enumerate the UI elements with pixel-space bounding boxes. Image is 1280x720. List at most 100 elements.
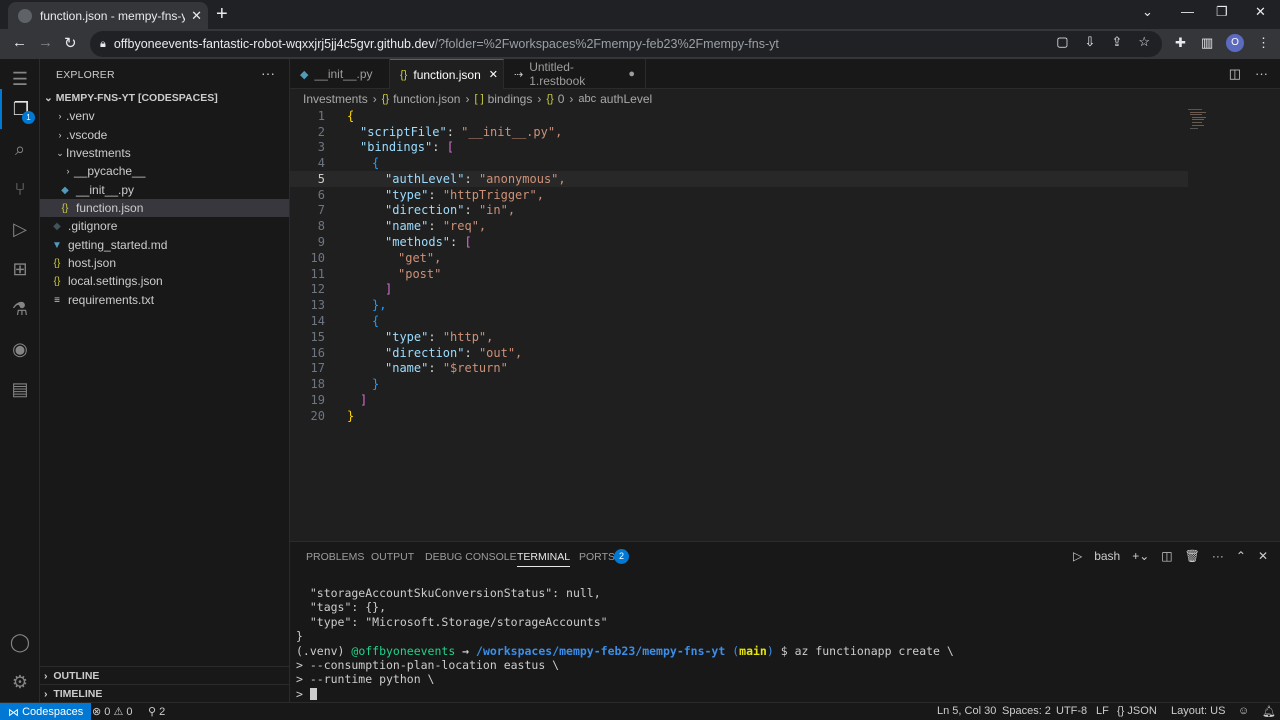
browser-menu-icon[interactable]: ⋮ (1257, 35, 1270, 51)
new-terminal-icon[interactable]: +⌄ (1132, 549, 1149, 563)
tree-item-host-json[interactable]: {} host.json (40, 254, 289, 272)
close-window-button[interactable]: ✕ (1255, 4, 1266, 20)
more-actions-icon[interactable]: ··· (1212, 549, 1224, 563)
share-icon[interactable]: ⇪ (1111, 34, 1122, 50)
extensions-icon[interactable]: ✚ (1175, 35, 1186, 51)
problems-status[interactable]: ⊗ 0 ⚠ 0 (92, 705, 133, 718)
forward-button[interactable]: → (38, 34, 53, 51)
more-actions-icon[interactable]: ··· (261, 65, 275, 81)
trash-icon[interactable]: 🗑︎ (1185, 549, 1200, 563)
git-icon: ◆ (53, 220, 61, 232)
breadcrumb-folder[interactable]: Investments (303, 92, 368, 106)
code-key: "methods" (385, 235, 451, 249)
shell-label[interactable]: bash (1094, 549, 1120, 563)
new-tab-button[interactable]: + (216, 3, 228, 26)
language-status[interactable]: {} JSON (1117, 705, 1157, 717)
profile-avatar[interactable]: O (1226, 34, 1244, 52)
breadcrumb-file[interactable]: function.json (393, 92, 460, 106)
url-host: offbyoneevents-fantastic-robot-wqxxjrj5j… (113, 37, 435, 51)
tree-item-vscode[interactable]: › .vscode (40, 126, 289, 144)
indentation-status[interactable]: Spaces: 2 (1002, 705, 1051, 717)
timeline-section[interactable]: › TIMELINE (40, 684, 289, 702)
address-bar[interactable]: 🔒︎ offbyoneevents-fantastic-robot-wqxxjr… (90, 31, 1162, 57)
close-panel-icon[interactable]: ✕ (1258, 549, 1268, 563)
run-debug-icon[interactable]: ▷ (0, 209, 40, 249)
back-button[interactable]: ← (12, 34, 27, 51)
tree-item-pycache[interactable]: › __pycache__ (40, 162, 289, 180)
tab-ports[interactable]: PORTS (579, 551, 615, 563)
notebook-icon[interactable]: ▤ (0, 369, 40, 409)
clipboard-icon[interactable]: ▢ (1056, 34, 1068, 50)
tab-debug-console[interactable]: DEBUG CONSOLE (425, 551, 517, 563)
code-key: "direction" (385, 346, 465, 360)
address-bar-actions: ▢ ⇩ ⇪ ☆ (1056, 34, 1150, 50)
tab-search-icon[interactable]: ⌄ (1142, 4, 1153, 20)
code-value: "req", (442, 219, 487, 233)
extensions-view-icon[interactable]: ⊞ (0, 249, 40, 289)
chevron-right-icon: › (537, 92, 542, 106)
breadcrumb-key[interactable]: authLevel (600, 92, 652, 106)
line-number: 6 (317, 188, 325, 202)
encoding-status[interactable]: UTF-8 (1056, 705, 1087, 717)
breadcrumb-bindings[interactable]: bindings (488, 92, 533, 106)
ports-status[interactable]: ⚲ 2 (148, 705, 165, 718)
browser-tab[interactable]: function.json - mempy-fns-yt [Co ✕ (8, 2, 208, 29)
search-icon[interactable]: ⌕ (0, 129, 40, 169)
bookmark-star-icon[interactable]: ☆ (1138, 34, 1150, 50)
close-tab-icon[interactable]: ✕ (191, 8, 202, 24)
keyboard-layout-status[interactable]: Layout: US (1171, 705, 1225, 717)
tree-item-init-py[interactable]: ◆ __init__.py (40, 181, 289, 199)
tab-terminal[interactable]: TERMINAL (517, 551, 571, 567)
source-control-icon[interactable]: ⑂ (0, 169, 40, 209)
code-token: { (372, 156, 380, 170)
tree-item-function-json[interactable]: {} function.json (40, 199, 289, 217)
tree-item-investments[interactable]: ⌄ Investments (40, 144, 289, 162)
minimize-button[interactable]: — (1181, 4, 1194, 19)
explorer-icon[interactable]: ❐ (0, 89, 40, 129)
tree-item-gitignore[interactable]: ◆ .gitignore (40, 217, 289, 235)
accounts-icon[interactable]: ◯ (0, 622, 40, 662)
code-editor[interactable]: 1{ 2 "scriptFile": "__init__.py", 3 "bindi… (290, 109, 1280, 541)
breadcrumb-index[interactable]: 0 (558, 92, 565, 106)
tree-item-local-settings[interactable]: {} local.settings.json (40, 272, 289, 290)
workspace-root[interactable]: ⌄ MEMPY-FNS-YT [CODESPACES] (44, 92, 218, 104)
tree-item-label: __pycache__ (74, 164, 146, 178)
tab-init-py[interactable]: ◆ __init__.py (290, 59, 390, 89)
split-editor-icon[interactable]: ◫ (1229, 66, 1241, 82)
tab-function-json[interactable]: {} function.json ✕ (390, 59, 504, 89)
code-line: 19] (290, 392, 1190, 408)
reload-button[interactable]: ↻ (64, 34, 77, 52)
split-terminal-icon[interactable]: ◫ (1161, 549, 1172, 563)
json-icon: {} (381, 93, 390, 105)
minimap[interactable] (1188, 109, 1208, 131)
tab-output[interactable]: OUTPUT (371, 551, 414, 563)
manage-gear-icon[interactable]: ⚙ (0, 662, 40, 702)
tab-problems[interactable]: PROBLEMS (306, 551, 364, 563)
eol-status[interactable]: LF (1096, 705, 1109, 717)
notifications-bell-icon[interactable]: 🔔︎ (1262, 705, 1276, 718)
prompt-branch-close: ) (766, 643, 774, 658)
tab-untitled-restbook[interactable]: ⇢ Untitled-1.restbook ● (504, 59, 646, 89)
close-tab-icon[interactable]: ✕ (489, 68, 498, 81)
more-actions-icon[interactable]: ··· (1255, 66, 1268, 82)
terminal-output[interactable]: "storageAccountSkuConversionStatus": nul… (296, 586, 954, 701)
maximize-panel-icon[interactable]: ⌃ (1236, 549, 1246, 563)
testing-icon[interactable]: ⚗ (0, 289, 40, 329)
json-icon: {} (400, 68, 408, 81)
timeline-label: TIMELINE (53, 687, 103, 700)
tree-item-getting-started[interactable]: ▼ getting_started.md (40, 236, 289, 254)
install-app-icon[interactable]: ⇩ (1085, 34, 1096, 50)
unsaved-dot-icon[interactable]: ● (628, 68, 635, 80)
code-value: [ (464, 235, 472, 249)
github-icon[interactable]: ◉ (0, 329, 40, 369)
remote-indicator[interactable]: ⋈ Codespaces (0, 703, 92, 720)
feedback-icon[interactable]: ☺ (1238, 705, 1249, 717)
cursor-position[interactable]: Ln 5, Col 30 (937, 705, 996, 717)
lock-icon: 🔒︎ (100, 37, 106, 50)
tree-item-requirements[interactable]: ≡ requirements.txt (40, 291, 289, 309)
tree-item-venv[interactable]: › .venv (40, 107, 289, 125)
text-file-icon: ≡ (54, 294, 60, 306)
side-panel-icon[interactable]: ▥ (1201, 35, 1213, 51)
maximize-button[interactable]: ❐ (1216, 4, 1228, 20)
outline-section[interactable]: › OUTLINE (40, 666, 289, 684)
